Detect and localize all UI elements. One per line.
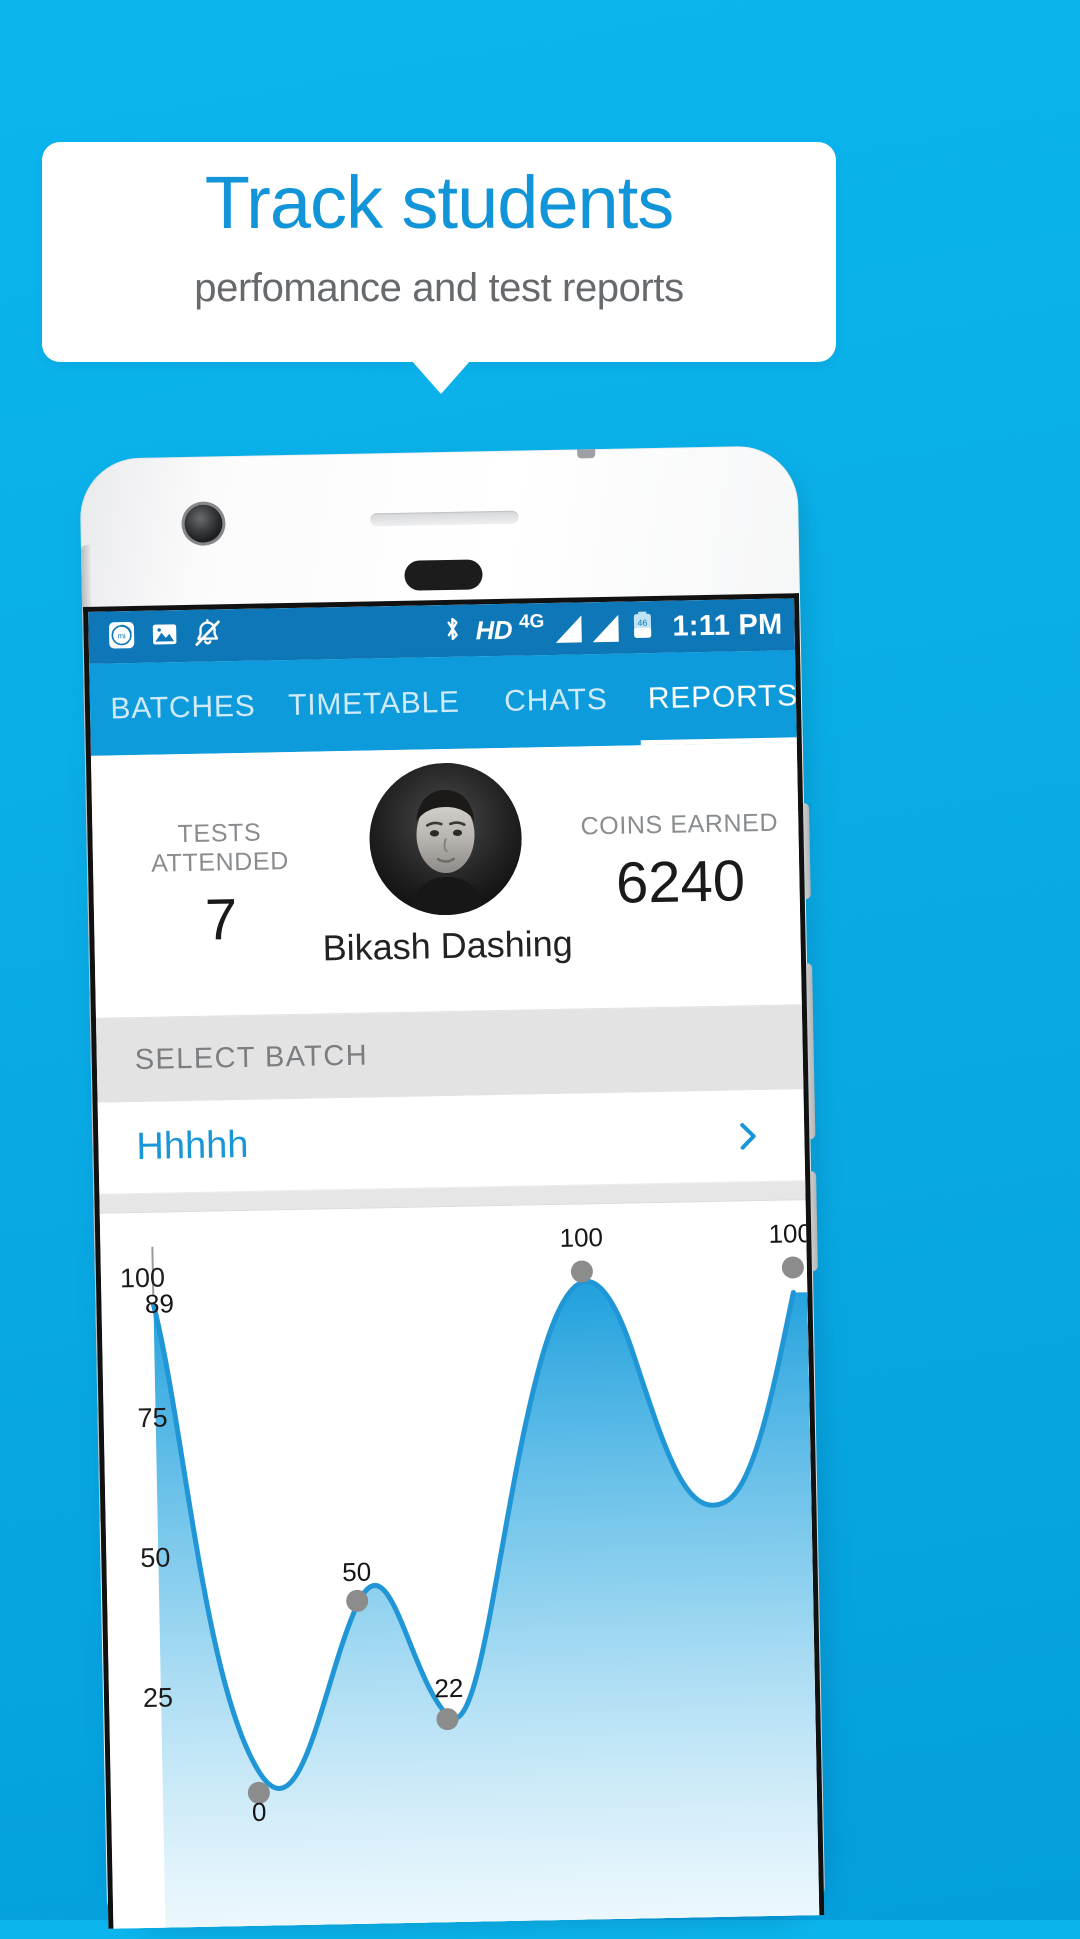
- selected-batch-row[interactable]: Hhhhh: [97, 1089, 806, 1195]
- coins-earned-label: COINS EARNED: [580, 808, 779, 841]
- phone-body: mi HD 4G 46 1:11 PM BATCHES TIMETABLE CH…: [79, 445, 826, 1929]
- tests-attended-label: TESTS ATTENDED: [150, 818, 290, 878]
- bluetooth-icon: [440, 613, 465, 648]
- page-subtitle: perfomance and test reports: [194, 266, 684, 310]
- signal-bars-2-icon: [592, 614, 619, 642]
- profile-summary-card: TESTS ATTENDED 7 COINS EARNED 6240 Bikas…: [90, 742, 802, 1019]
- promo-bubble: Track students perfomance and test repor…: [42, 142, 836, 362]
- battery-icon: 46: [629, 609, 656, 644]
- hd-voice-icon: HD: [475, 614, 513, 645]
- chart-area-fill: [153, 1281, 821, 1929]
- signal-bars-1-icon: [555, 614, 582, 643]
- gallery-image-icon: [150, 620, 179, 654]
- front-camera-icon: [184, 504, 223, 544]
- silent-mode-icon: [192, 618, 223, 654]
- chart-point-label: 89: [144, 1288, 175, 1319]
- tab-reports[interactable]: REPORTS: [639, 650, 807, 745]
- tab-batches[interactable]: BATCHES: [89, 660, 277, 756]
- proximity-sensor-icon: [577, 449, 596, 459]
- performance-area-chart: 100 75 50 25 89 0 50 22 100 100: [99, 1200, 821, 1929]
- svg-text:46: 46: [637, 617, 647, 627]
- y-axis-tick-75: 75: [137, 1402, 168, 1434]
- chevron-right-icon[interactable]: [730, 1118, 765, 1153]
- y-axis-tick-50: 50: [140, 1542, 171, 1574]
- chart-point-label: 100: [768, 1218, 813, 1249]
- coins-earned-value: 6240: [615, 848, 746, 916]
- selected-batch-name: Hhhhh: [136, 1123, 249, 1169]
- tab-chats[interactable]: CHATS: [471, 653, 641, 748]
- page-title: Track students: [204, 161, 675, 244]
- chart-point-label: 0: [251, 1796, 267, 1827]
- network-4g-icon: 4G: [518, 611, 545, 633]
- select-batch-header: SELECT BATCH: [95, 1005, 804, 1103]
- promo-bubble-tail: [411, 360, 471, 394]
- avatar[interactable]: [368, 761, 524, 917]
- status-bar-clock: 1:11 PM: [672, 608, 783, 643]
- chart-point-label: 100: [559, 1222, 604, 1253]
- select-batch-label: SELECT BATCH: [134, 1039, 369, 1076]
- chart-svg: [150, 1246, 821, 1929]
- phone-mockup: mi HD 4G 46 1:11 PM BATCHES TIMETABLE CH…: [79, 445, 835, 1939]
- home-button[interactable]: [404, 559, 483, 591]
- tab-timetable[interactable]: TIMETABLE: [275, 657, 473, 753]
- chart-point-label: 50: [341, 1556, 372, 1588]
- chart-point-label: 22: [434, 1672, 464, 1704]
- phone-screen: mi HD 4G 46 1:11 PM BATCHES TIMETABLE CH…: [83, 593, 825, 1929]
- mi-security-icon: mi: [106, 619, 137, 655]
- coins-earned-stat: COINS EARNED 6240: [564, 808, 796, 916]
- tab-bar: BATCHES TIMETABLE CHATS REPORTS: [89, 650, 798, 756]
- svg-text:mi: mi: [117, 631, 126, 640]
- chart-point: [781, 1256, 804, 1279]
- earpiece-speaker: [370, 510, 519, 527]
- y-axis-tick-25: 25: [142, 1682, 174, 1714]
